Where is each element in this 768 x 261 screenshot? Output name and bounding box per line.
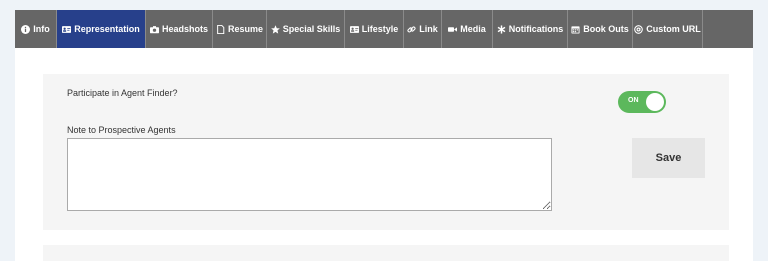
camera-icon <box>149 25 159 34</box>
agent-finder-label: Participate in Agent Finder? <box>67 88 178 98</box>
file-icon <box>216 24 225 34</box>
tab-label: Book Outs <box>583 24 629 34</box>
tab-lifestyle[interactable]: Lifestyle <box>345 10 404 48</box>
toggle-state-label: ON <box>628 97 639 104</box>
tab-custom-url[interactable]: Custom URL <box>633 10 703 48</box>
id-card-icon <box>349 25 359 34</box>
tab-label: Media <box>460 24 486 34</box>
id-card-icon <box>62 25 72 34</box>
save-button[interactable]: Save <box>632 138 705 178</box>
tab-notifications[interactable]: Notifications <box>493 10 568 48</box>
secondary-panel <box>43 245 729 261</box>
note-textarea[interactable] <box>67 138 552 211</box>
asterisk-icon <box>497 24 506 34</box>
calendar-icon <box>571 25 580 34</box>
tab-bar: Info Representation Headshots Resume Spe… <box>15 10 753 48</box>
link-icon <box>407 25 416 34</box>
tab-headshots[interactable]: Headshots <box>146 10 213 48</box>
tab-label: Resume <box>227 24 263 34</box>
tab-link[interactable]: Link <box>404 10 442 48</box>
star-icon <box>270 24 280 34</box>
tab-label: Special Skills <box>282 24 341 34</box>
agent-finder-toggle[interactable]: ON <box>618 91 666 113</box>
tab-book-outs[interactable]: Book Outs <box>568 10 633 48</box>
tab-label: Custom URL <box>646 24 701 34</box>
info-icon <box>21 24 31 34</box>
note-label: Note to Prospective Agents <box>67 125 176 135</box>
tab-info[interactable]: Info <box>15 10 57 48</box>
at-icon <box>634 24 644 34</box>
tab-label: Info <box>33 24 50 34</box>
tab-label: Headshots <box>161 24 208 34</box>
toggle-knob <box>646 93 664 111</box>
tab-resume[interactable]: Resume <box>213 10 267 48</box>
tab-label: Lifestyle <box>361 24 399 34</box>
video-icon <box>448 25 458 34</box>
tab-special-skills[interactable]: Special Skills <box>267 10 345 48</box>
tab-label: Notifications <box>508 24 564 34</box>
tab-representation[interactable]: Representation <box>57 10 146 48</box>
profile-editor: Info Representation Headshots Resume Spe… <box>15 10 753 261</box>
tab-label: Representation <box>74 24 140 34</box>
tab-label: Link <box>419 24 438 34</box>
tab-media[interactable]: Media <box>442 10 493 48</box>
